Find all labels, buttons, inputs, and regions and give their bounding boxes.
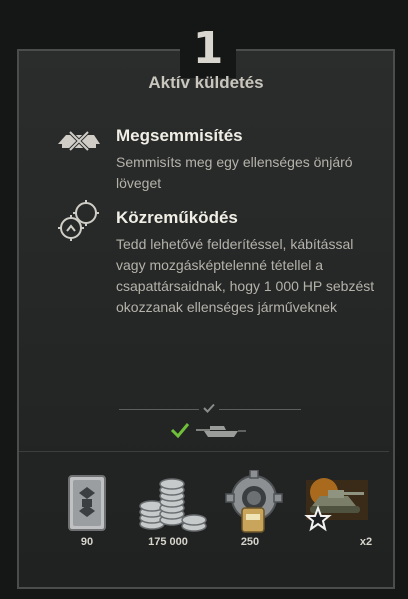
chevron-check-icon [203, 403, 215, 413]
reward-equipment-value: 250 [240, 536, 260, 548]
assistance-crosshair-icon [58, 200, 99, 241]
progress-indicator [160, 418, 250, 442]
mission-title: Aktív küldetés [148, 73, 264, 92]
rewards-separator [19, 451, 389, 452]
condition-title: Megsemmisítés [116, 126, 243, 145]
condition-description: Semmisíts meg egy ellenséges önjáró löve… [116, 154, 353, 191]
reward-bonds-value: 90 [80, 536, 94, 548]
mission-number: 1 [192, 23, 224, 74]
progress-divider-right [219, 409, 301, 410]
tank-icon [196, 426, 246, 437]
reward-credits-value: 175 000 [148, 536, 188, 548]
mission-number-badge: 1 [180, 20, 236, 78]
destroy-spg-icon [58, 130, 100, 152]
credits-coins-icon[interactable] [138, 474, 210, 534]
condition-destroy: Megsemmisítés Semmisíts meg egy ellenség… [116, 126, 381, 194]
equipment-gear-icon[interactable] [220, 470, 290, 536]
condition-description: Tedd lehetővé felderítéssel, kábítással … [116, 236, 375, 315]
reward-tank-multiplier: x2 [359, 536, 373, 548]
tank-reward-icon[interactable] [302, 472, 372, 538]
condition-title: Közreműködés [116, 208, 238, 227]
bond-card-icon[interactable] [68, 475, 106, 531]
check-icon [170, 423, 190, 438]
condition-assist: Közreműködés Tedd lehetővé felderítéssel… [116, 208, 381, 318]
progress-divider-left [119, 409, 199, 410]
